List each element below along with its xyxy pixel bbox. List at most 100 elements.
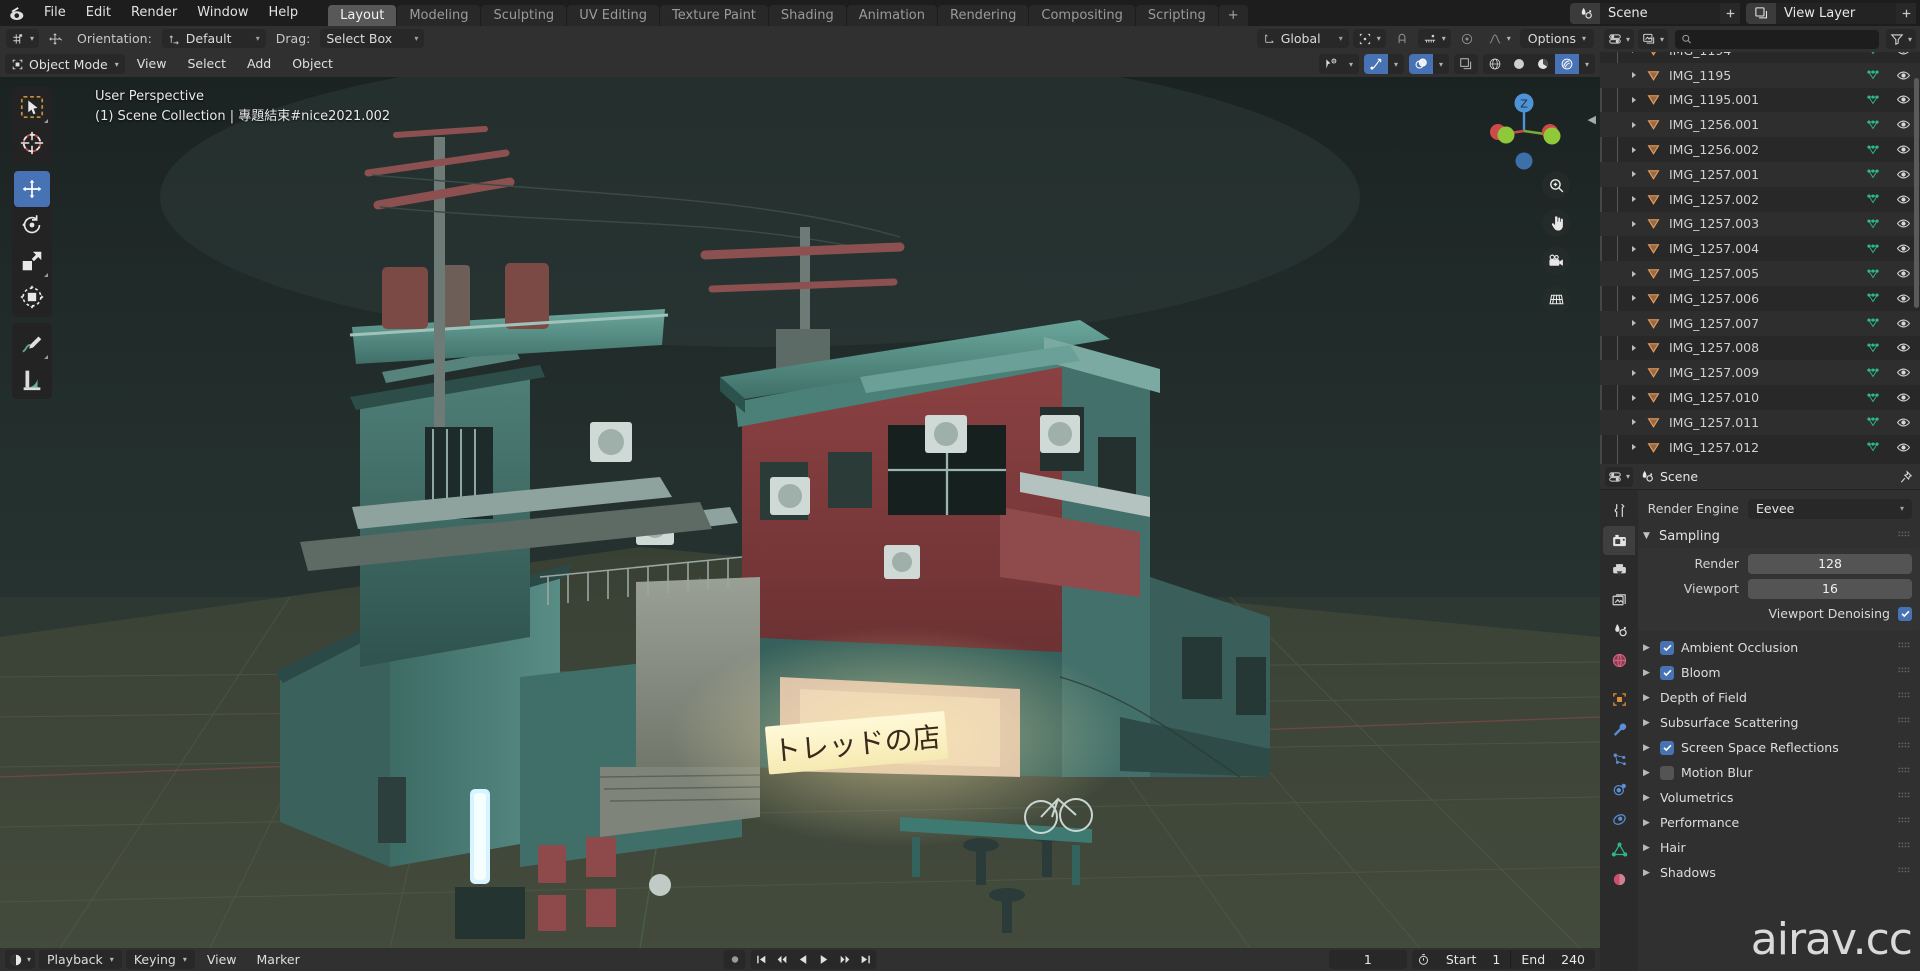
expand-triangle-icon[interactable] [1626,319,1642,327]
rendered-shading-icon[interactable] [1555,54,1579,74]
visibility-icon[interactable] [1319,54,1343,74]
sampling-render-value[interactable]: 128 [1748,553,1912,574]
menu-help[interactable]: Help [259,3,309,23]
transform-orientation-dropdown[interactable]: Global ▾ [1256,29,1349,48]
gizmo-icon[interactable] [1364,54,1388,74]
view-layer-name[interactable]: View Layer [1776,2,1896,24]
new-scene-button[interactable] [1720,2,1740,24]
properties-tab-physics[interactable] [1603,775,1635,804]
properties-panel-row[interactable]: ▶ Volumetrics [1638,785,1920,810]
properties-panel-body[interactable]: Render Engine Eevee ▾ ▼ Sampling Render … [1638,490,1920,971]
properties-tab-world[interactable] [1603,646,1635,675]
expand-triangle-icon[interactable] [1626,369,1642,377]
mesh-data-icon[interactable] [1860,217,1886,231]
expand-triangle-icon[interactable] [1626,96,1642,104]
next-keyframe-button[interactable] [835,950,856,969]
properties-tab-tool[interactable] [1603,496,1635,525]
outliner-row[interactable]: IMG_1195 [1600,62,1920,88]
outliner-row[interactable]: IMG_1257.011 [1600,409,1920,435]
properties-editor-type-button[interactable]: ▾ [1605,466,1633,487]
shading-dropdown-caret[interactable]: ▾ [1579,54,1595,74]
properties-panel-row[interactable]: ▶ Subsurface Scattering [1638,710,1920,735]
properties-tab-output[interactable] [1603,556,1635,585]
render-engine-dropdown[interactable]: Eevee ▾ [1748,498,1912,519]
outliner-filter-button[interactable]: ▾ [1885,29,1916,49]
use-preview-range-icon[interactable] [1412,950,1436,969]
outliner-row[interactable]: IMG_1257.004 [1600,236,1920,261]
new-view-layer-button[interactable] [1896,2,1916,24]
panel-collapse-triangle-icon[interactable]: ▶ [1643,843,1653,853]
tool-annotate[interactable] [14,325,50,361]
properties-panel-row[interactable]: ▶ Depth of Field [1638,685,1920,710]
expand-triangle-icon[interactable] [1626,71,1642,79]
panel-collapse-triangle-icon[interactable]: ▶ [1643,718,1653,728]
jump-to-start-button[interactable] [751,950,772,969]
previous-keyframe-button[interactable] [772,950,793,969]
expand-triangle-icon[interactable] [1626,220,1642,228]
outliner-row[interactable]: IMG_1257.006 [1600,286,1920,311]
outliner-row[interactable]: IMG_1257.009 [1600,360,1920,386]
pivot-point-icon[interactable]: ▾ [1352,29,1386,48]
tool-cursor[interactable] [14,125,50,161]
mesh-data-icon[interactable] [1860,341,1886,355]
outliner-row[interactable]: IMG_1194 [1600,52,1920,63]
move-tool-icon[interactable] [43,29,67,48]
orientation-dropdown[interactable]: Default ▾ [161,29,266,48]
expand-triangle-icon[interactable] [1626,195,1642,203]
workspace-tab-compositing[interactable]: Compositing [1029,5,1135,26]
3d-viewport[interactable]: トレッドの店 Object Mode ▾ View Select Add Obj… [0,51,1600,948]
properties-panel-row[interactable]: ▶ Motion Blur [1638,760,1920,785]
panel-enable-checkbox[interactable] [1660,665,1674,680]
play-button[interactable] [814,950,835,969]
mesh-data-icon[interactable] [1860,291,1886,305]
expand-triangle-icon[interactable] [1626,344,1642,352]
properties-tab-data[interactable] [1603,835,1635,864]
properties-panel-row[interactable]: ▶ Bloom [1638,660,1920,685]
gizmo-group[interactable]: ▾ [1364,54,1404,74]
mesh-data-icon[interactable] [1860,391,1886,405]
mesh-data-icon[interactable] [1860,415,1886,429]
expand-triangle-icon[interactable] [1626,245,1642,253]
object-mode-dropdown[interactable]: Object Mode ▾ [5,54,125,74]
blender-logo-icon[interactable] [0,0,34,26]
workspace-tab-modeling[interactable]: Modeling [397,5,481,26]
outliner-search[interactable] [1675,29,1879,49]
play-reverse-button[interactable] [793,950,814,969]
outliner-row[interactable]: IMG_1257.010 [1600,385,1920,410]
overlays-group[interactable]: ▾ [1409,54,1449,74]
wireframe-shading-icon[interactable] [1483,54,1507,74]
xray-toggle-icon[interactable] [1454,54,1478,74]
navigation-gizmo[interactable]: Z [1482,89,1566,173]
zoom-viewport-icon[interactable] [1542,171,1570,199]
mesh-data-icon[interactable] [1860,68,1886,82]
eye-icon[interactable] [1886,365,1920,380]
outliner-scrollbar[interactable] [1914,78,1919,308]
expand-triangle-icon[interactable] [1626,394,1642,402]
menu-file[interactable]: File [34,3,76,23]
workspace-tab-shading[interactable]: Shading [768,5,846,26]
panel-collapse-triangle-icon[interactable]: ▶ [1643,643,1653,653]
eye-icon[interactable] [1886,415,1920,430]
tool-transform[interactable] [14,279,50,315]
properties-tab-scene[interactable] [1603,616,1635,645]
pan-viewport-icon[interactable] [1542,209,1570,237]
timeline-menu-marker[interactable]: Marker [249,950,308,969]
properties-tab-particles[interactable] [1603,745,1635,774]
sampling-panel-header[interactable]: ▼ Sampling [1638,524,1920,548]
magnet-icon[interactable] [1390,29,1414,48]
material-preview-shading-icon[interactable] [1531,54,1555,74]
mesh-data-icon[interactable] [1860,366,1886,380]
shading-mode-group[interactable]: ▾ [1483,54,1595,74]
outliner-search-input[interactable] [1697,32,1873,46]
viewport-menu-select[interactable]: Select [178,54,235,74]
snap-increment-icon[interactable]: ▾ [1417,29,1451,48]
viewport-menu-view[interactable]: View [128,54,176,74]
options-dropdown[interactable]: Options ▾ [1519,29,1594,48]
viewport-denoising-checkbox[interactable] [1898,606,1912,621]
mesh-data-icon[interactable] [1860,167,1886,181]
outliner-row[interactable]: IMG_1257.008 [1600,336,1920,361]
panel-enable-checkbox[interactable] [1660,740,1674,755]
properties-tab-render[interactable] [1603,526,1635,555]
mesh-data-icon[interactable] [1860,267,1886,281]
outliner-row[interactable]: IMG_1256.002 [1600,137,1920,162]
